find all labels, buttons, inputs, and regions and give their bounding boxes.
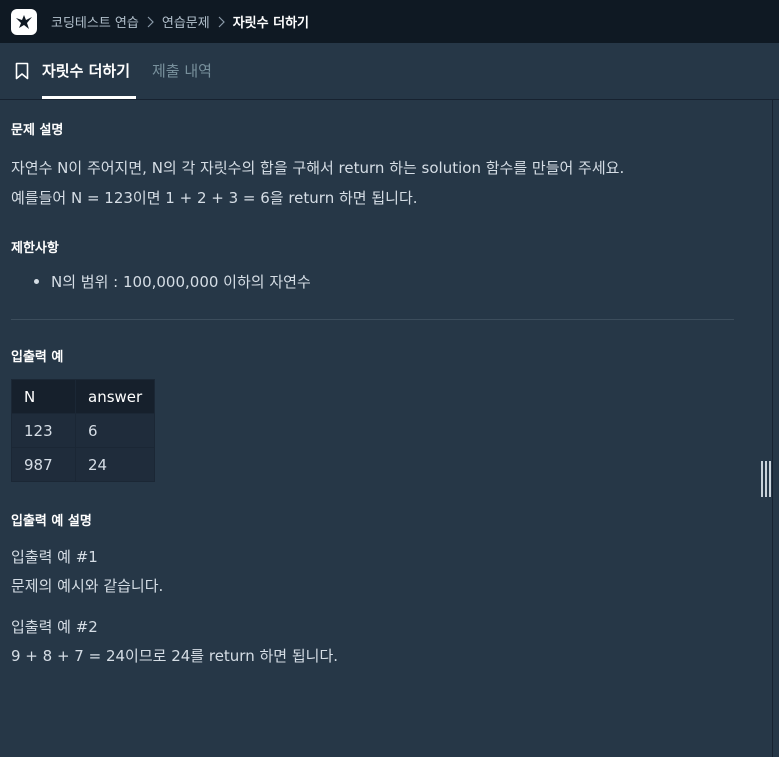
programmers-logo-icon[interactable] bbox=[11, 8, 37, 35]
problem-tabs: 자릿수 더하기 제출 내역 bbox=[0, 43, 779, 100]
examples-heading: 입출력 예 bbox=[11, 350, 64, 365]
example-1-text: 문제의 예시와 같습니다. bbox=[11, 577, 164, 595]
problem-description-panel: 문제 설명 자연수 N이 주어지면, N의 각 자릿수의 합을 구해서 retu… bbox=[0, 100, 772, 757]
example-2-text: 9 + 8 + 7 = 24이므로 24를 return 하면 됩니다. bbox=[11, 647, 339, 665]
panel-resize-handle[interactable] bbox=[760, 461, 772, 497]
bookmark-icon[interactable] bbox=[15, 62, 29, 84]
tab-submissions[interactable]: 제출 내역 bbox=[152, 61, 212, 81]
panel-divider bbox=[772, 100, 773, 757]
table-header-n: N bbox=[11, 379, 76, 414]
description-line-1: 자연수 N이 주어지면, N의 각 자릿수의 합을 구해서 return 하는 … bbox=[11, 159, 625, 177]
examples-table: N answer 123 6 987 24 bbox=[11, 379, 155, 482]
section-divider bbox=[11, 319, 734, 320]
constraint-item: N의 범위 : 100,000,000 이하의 자연수 bbox=[51, 273, 311, 291]
example-2-title: 입출력 예 #2 bbox=[11, 618, 98, 636]
active-tab-indicator bbox=[42, 96, 136, 99]
top-navigation-bar: 코딩테스트 연습 연습문제 자릿수 더하기 bbox=[0, 0, 779, 43]
tab-problem[interactable]: 자릿수 더하기 bbox=[42, 61, 130, 81]
breadcrumb-item-practice[interactable]: 연습문제 bbox=[162, 12, 210, 31]
chevron-right-icon bbox=[147, 16, 154, 28]
explanation-heading: 입출력 예 설명 bbox=[11, 514, 92, 529]
table-row: 123 6 bbox=[11, 413, 155, 448]
description-heading: 문제 설명 bbox=[11, 123, 64, 138]
table-cell: 6 bbox=[75, 413, 155, 448]
table-header-row: N answer bbox=[11, 379, 155, 414]
breadcrumb: 코딩테스트 연습 연습문제 자릿수 더하기 bbox=[51, 12, 309, 31]
breadcrumb-item-coding-test[interactable]: 코딩테스트 연습 bbox=[51, 12, 139, 31]
description-line-2: 예를들어 N = 123이면 1 + 2 + 3 = 6을 return 하면 … bbox=[11, 189, 418, 207]
table-cell: 123 bbox=[11, 413, 76, 448]
constraints-heading: 제한사항 bbox=[11, 241, 59, 256]
table-cell: 987 bbox=[11, 447, 76, 482]
example-1-title: 입출력 예 #1 bbox=[11, 548, 98, 566]
breadcrumb-current: 자릿수 더하기 bbox=[232, 16, 309, 31]
bullet-icon bbox=[34, 279, 39, 284]
table-header-answer: answer bbox=[75, 379, 155, 414]
table-row: 987 24 bbox=[11, 447, 155, 482]
table-cell: 24 bbox=[75, 447, 155, 482]
chevron-right-icon bbox=[218, 16, 225, 28]
